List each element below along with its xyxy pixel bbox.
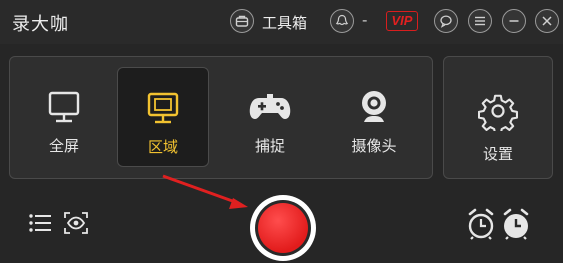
record-icon bbox=[258, 203, 308, 253]
mode-webcam[interactable]: 摄像头 bbox=[328, 67, 420, 167]
alarm-start-icon[interactable] bbox=[466, 208, 496, 244]
record-button[interactable] bbox=[250, 195, 316, 261]
mode-label: 全屏 bbox=[48, 137, 79, 155]
menu-icon[interactable] bbox=[468, 9, 492, 33]
settings-button[interactable]: 设置 bbox=[443, 56, 553, 179]
webcam-icon bbox=[328, 87, 420, 127]
user-avatar-icon[interactable] bbox=[330, 9, 354, 33]
user-name-placeholder: - bbox=[362, 11, 368, 29]
mode-capture-game[interactable]: 捕捉 bbox=[224, 67, 316, 167]
capture-mode-panel: 全屏 区域 捕捉 摄像头 bbox=[9, 56, 433, 179]
mode-label: 捕捉 bbox=[254, 137, 285, 155]
minimize-icon[interactable] bbox=[502, 9, 526, 33]
alarm-stop-icon[interactable] bbox=[501, 208, 531, 244]
app-title: 录大咖 bbox=[12, 14, 69, 35]
mode-label: 区域 bbox=[147, 138, 178, 156]
close-icon[interactable] bbox=[535, 9, 559, 33]
eye-scan-icon[interactable] bbox=[64, 212, 88, 238]
gear-icon bbox=[477, 91, 518, 135]
title-bar: 录大咖 工具箱 - VIP bbox=[0, 0, 563, 44]
mode-fullscreen[interactable]: 全屏 bbox=[18, 67, 110, 167]
monitor-icon bbox=[18, 87, 110, 127]
chat-icon[interactable] bbox=[434, 9, 458, 33]
monitor-icon bbox=[118, 88, 208, 128]
vip-badge[interactable]: VIP bbox=[386, 11, 418, 31]
list-icon[interactable] bbox=[28, 212, 52, 238]
toolbox-label[interactable]: 工具箱 bbox=[262, 12, 307, 33]
toolbox-icon[interactable] bbox=[230, 9, 254, 33]
gamepad-icon bbox=[224, 87, 316, 127]
mode-label: 摄像头 bbox=[351, 137, 397, 155]
mode-region[interactable]: 区域 bbox=[117, 67, 209, 167]
settings-label: 设置 bbox=[482, 145, 513, 163]
